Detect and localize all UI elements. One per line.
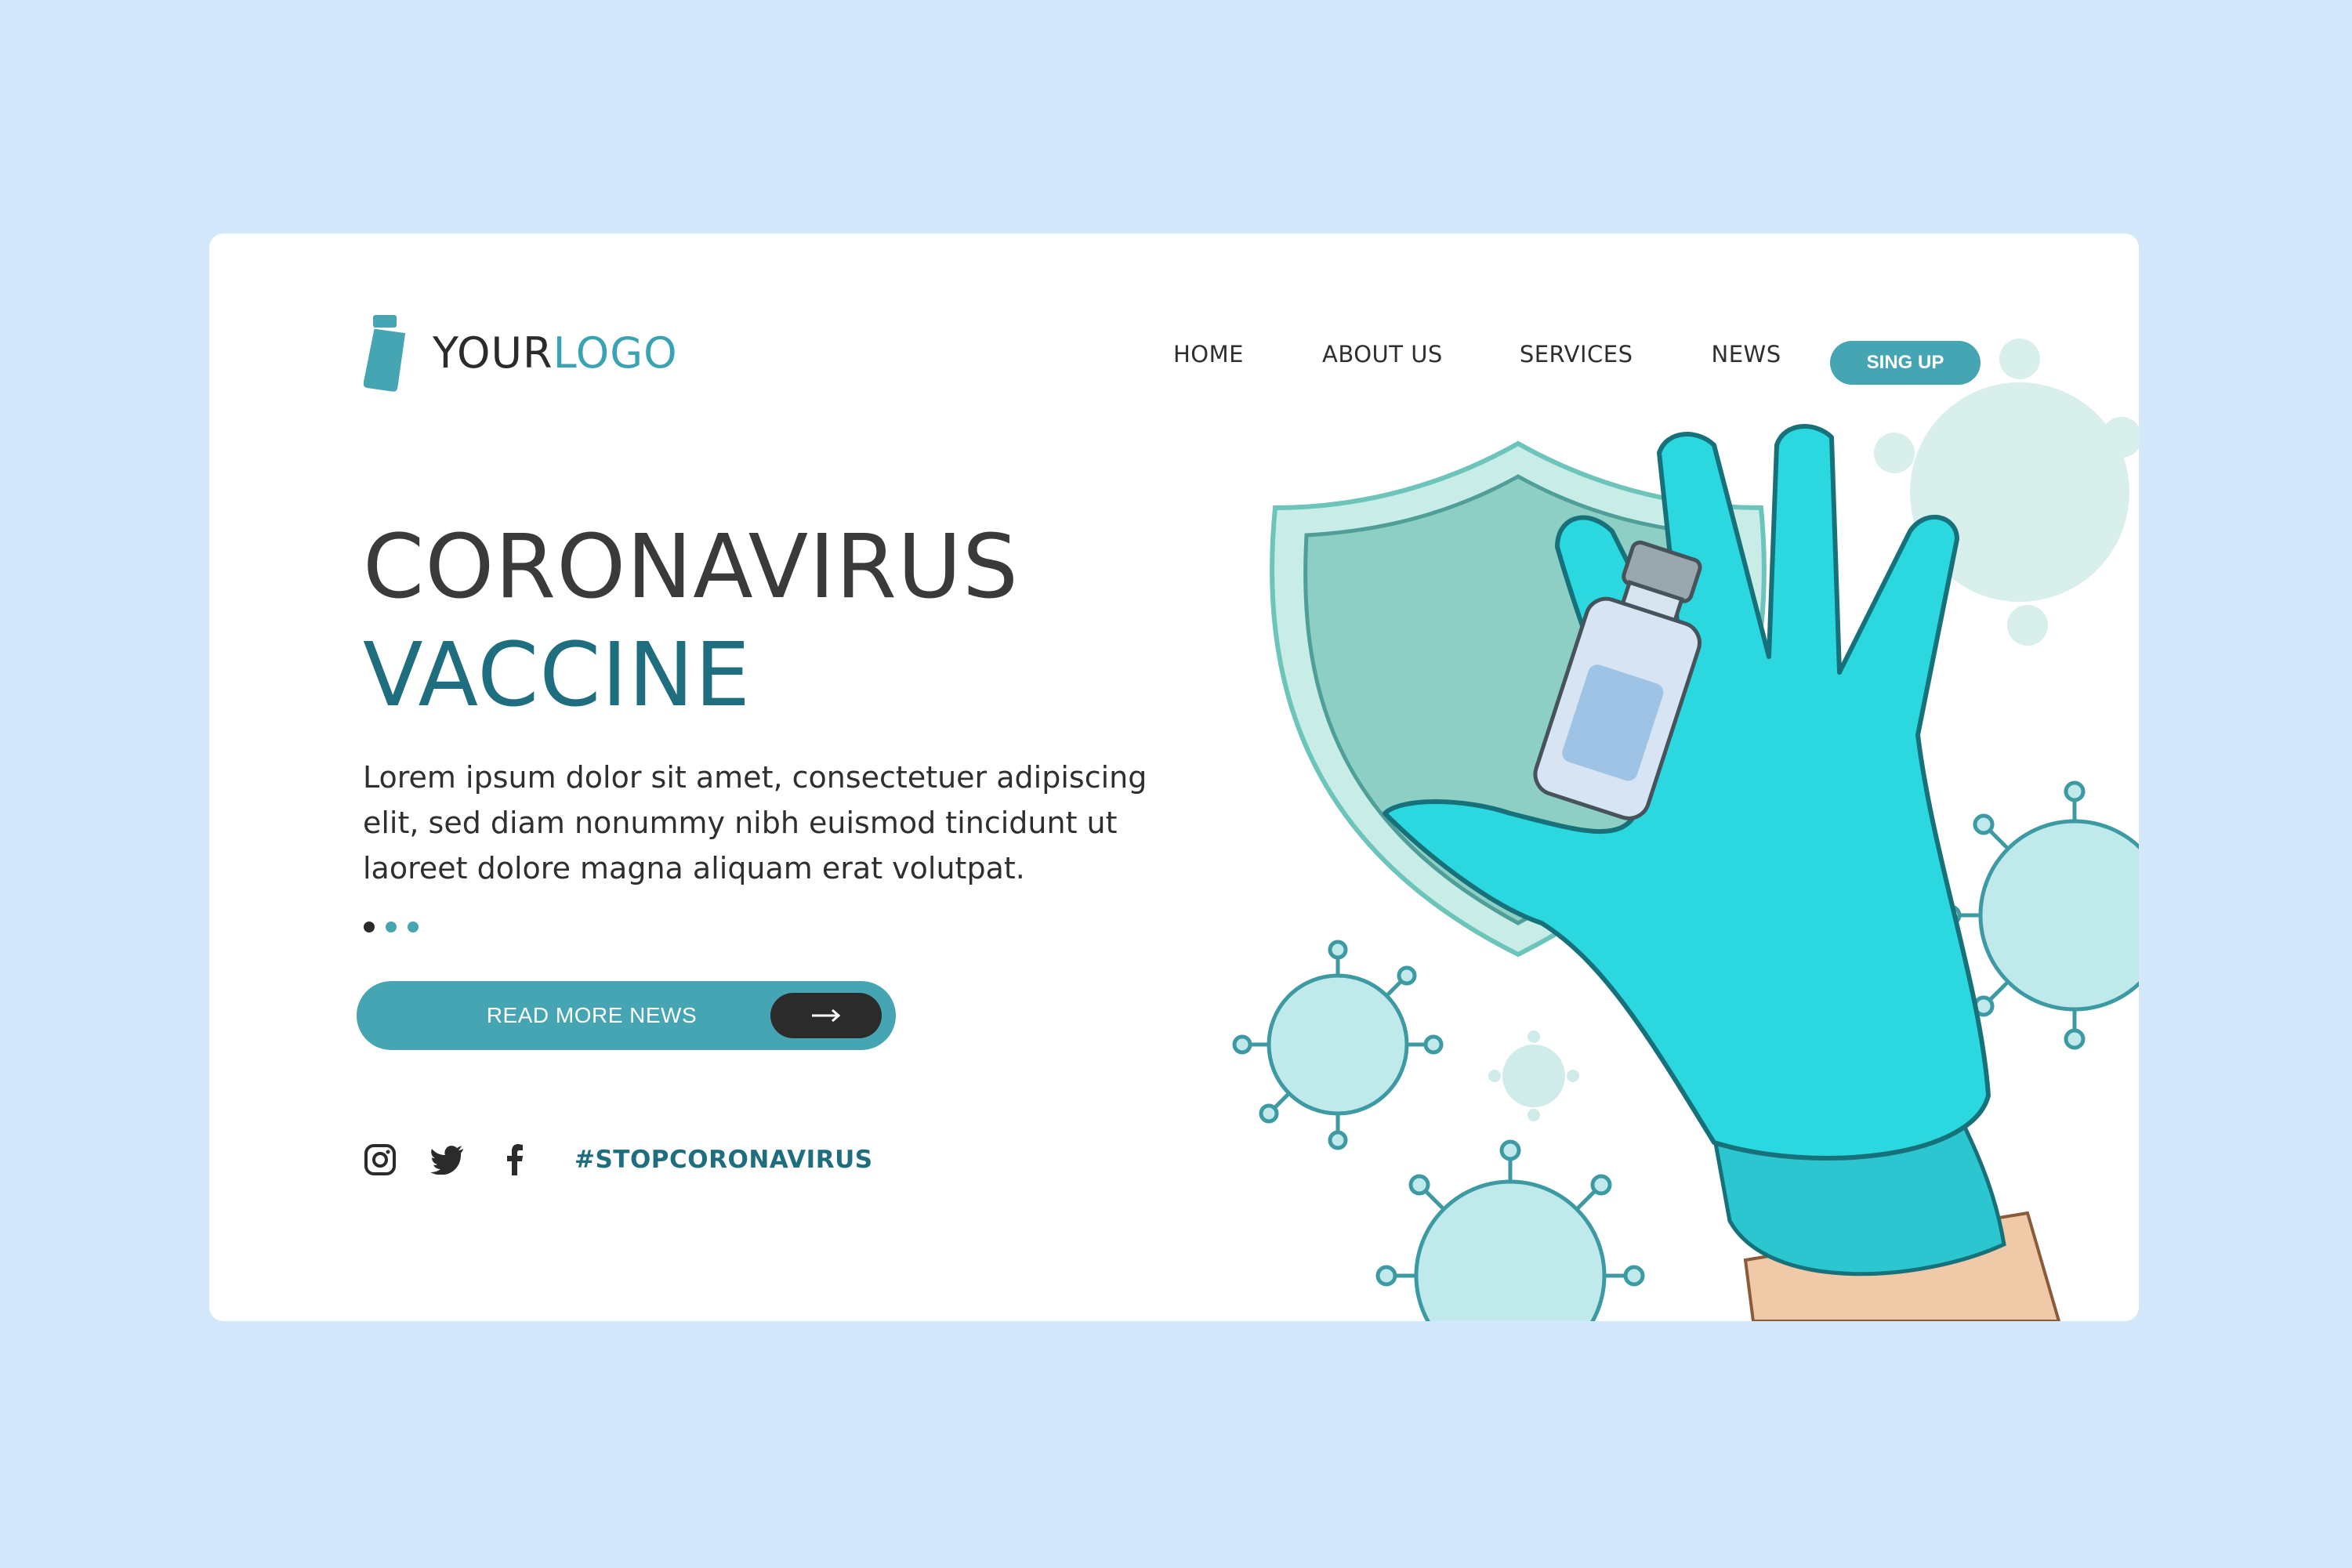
carousel-dot-active[interactable] (364, 922, 375, 932)
logo-wordmark: YOURLOGO (433, 328, 678, 378)
twitter-icon[interactable] (430, 1143, 465, 1177)
virus-particle (1375, 1139, 1645, 1321)
nav-news[interactable]: NEWS (1712, 341, 1781, 368)
social-links: #STOPCORONAVIRUS (363, 1143, 873, 1177)
hero-title-line1: CORONAVIRUS (363, 516, 1020, 618)
nav-services[interactable]: SERVICES (1520, 341, 1633, 368)
virus-particle (1232, 940, 1444, 1150)
hero-title-line2: VACCINE (363, 625, 752, 726)
logo-text-logo: LOGO (553, 328, 678, 378)
carousel-dots (364, 922, 429, 932)
arrow-right-icon (770, 993, 882, 1038)
read-more-button[interactable]: READ MORE NEWS (357, 981, 896, 1050)
nav-home[interactable]: HOME (1173, 341, 1244, 368)
hero-description: Lorem ipsum dolor sit amet, consectetuer… (363, 760, 1147, 885)
virus-particle (1488, 1030, 1579, 1121)
vial-icon (364, 315, 406, 392)
signup-button[interactable]: SING UP (1830, 341, 1981, 385)
nav-about-us[interactable]: ABOUT US (1322, 341, 1443, 368)
read-more-label: READ MORE NEWS (486, 1003, 698, 1027)
main-nav: HOME ABOUT US SERVICES NEWS (1173, 341, 1860, 368)
landing-card: YOURLOGO HOME ABOUT US SERVICES NEWS SIN… (209, 234, 2139, 1321)
carousel-dot[interactable] (386, 922, 397, 932)
logo-text-your: YOUR (433, 328, 553, 378)
carousel-dot[interactable] (408, 922, 419, 932)
instagram-icon[interactable] (363, 1143, 397, 1177)
brand-logo[interactable]: YOURLOGO (364, 313, 678, 392)
hashtag-link[interactable]: #STOPCORONAVIRUS (574, 1146, 873, 1174)
facebook-icon[interactable] (498, 1143, 532, 1177)
